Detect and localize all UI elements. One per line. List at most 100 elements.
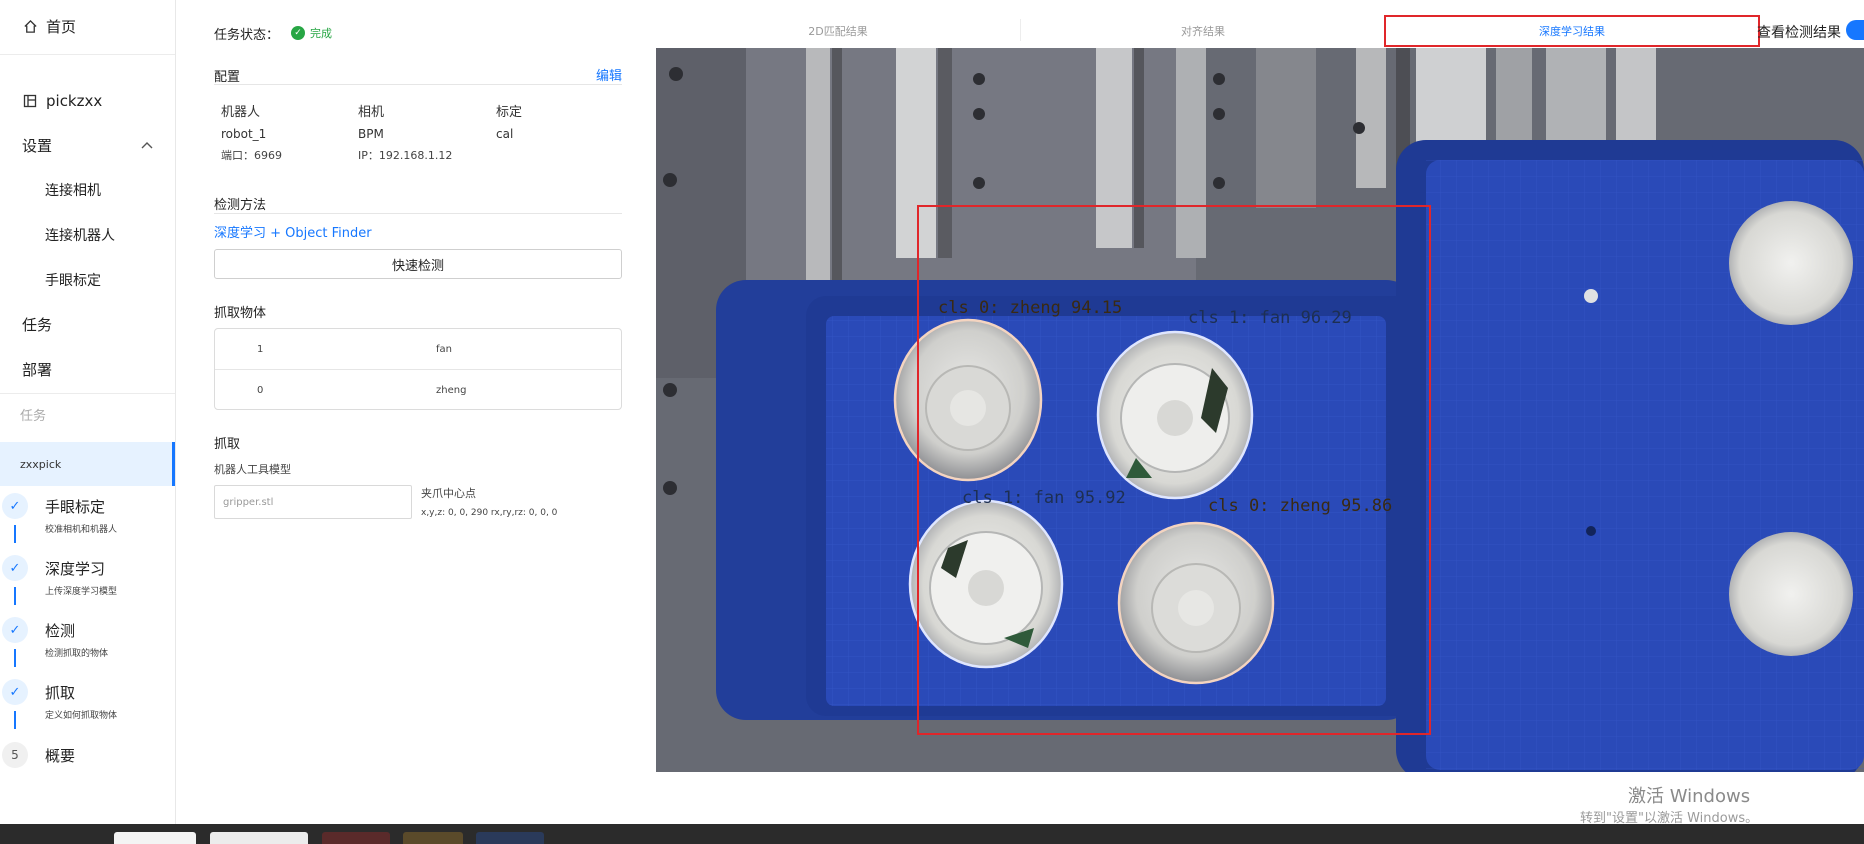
sidebar-item-label: 任务	[22, 315, 53, 334]
taskbar	[0, 824, 1864, 844]
sidebar-item-tasks[interactable]: 任务	[0, 302, 175, 346]
sidebar-item-active-task[interactable]: zxxpick	[0, 442, 175, 486]
sidebar-item-label: 手眼标定	[45, 273, 101, 289]
calib-name: cal	[496, 127, 514, 141]
taskbar-button[interactable]	[114, 832, 196, 844]
result-tabs: 2D匹配结果 对齐结果 深度学习结果	[656, 15, 1760, 47]
step-title: 检测	[45, 622, 76, 640]
task-status-label: 任务状态：	[214, 28, 280, 43]
gripper-center-value: x,y,z: 0, 0, 290 rx,ry,rz: 0, 0, 0	[421, 508, 558, 518]
sidebar-item-settings[interactable]: 设置	[0, 123, 175, 167]
check-icon: ✓	[2, 679, 28, 705]
robot-name: robot_1	[221, 127, 267, 141]
table-row[interactable]: 0 zheng	[215, 370, 621, 410]
step-title: 手眼标定	[45, 498, 106, 516]
edit-link[interactable]: 编辑	[596, 65, 622, 84]
sidebar-item-label: 首页	[46, 17, 77, 36]
camera-name: BPM	[358, 127, 384, 141]
detection-label: cls 0: zheng 94.15	[938, 298, 1122, 318]
robot-port: 端口：6969	[221, 149, 282, 162]
taskbar-button[interactable]	[403, 832, 463, 844]
section-divider	[214, 84, 622, 85]
detection-label: cls 1: fan 96.29	[1188, 308, 1352, 328]
task-section-label: 任务	[20, 409, 47, 424]
detection-label: cls 0: zheng 95.86	[1208, 496, 1392, 516]
step-connector	[14, 525, 16, 543]
object-fan	[1096, 330, 1254, 500]
app-root: 首页 pickzxx 设置 连接相机 连接机器人 手眼标定 任务 部署 任务 z…	[0, 0, 1864, 844]
object-id: 1	[257, 343, 264, 355]
home-icon	[22, 18, 38, 34]
grab-title: 抓取	[214, 437, 241, 452]
status-badge: ✓ 完成	[291, 25, 332, 41]
taskbar-button[interactable]	[210, 832, 308, 844]
section-divider	[214, 213, 622, 214]
object-name: fan	[436, 343, 452, 355]
project-icon	[22, 93, 38, 109]
step-desc: 上传深度学习模型	[45, 587, 118, 597]
config-panel: 任务状态： ✓ 完成 配置 编辑 机器人 相机 标定 robot_1 端口：69…	[214, 0, 622, 560]
sidebar-item-label: 连接机器人	[45, 228, 115, 244]
sidebar-divider	[0, 393, 175, 394]
step-desc: 校准相机和机器人	[45, 525, 118, 535]
step-summary[interactable]: 5 概要	[0, 742, 175, 804]
sidebar-item-hand-eye[interactable]: 手眼标定	[0, 258, 175, 302]
camera-ip: IP：192.168.1.12	[358, 149, 453, 162]
object-name: zheng	[436, 384, 467, 396]
sidebar-item-home[interactable]: 首页	[0, 4, 175, 48]
step-desc: 定义如何抓取物体	[45, 711, 118, 721]
step-title: 概要	[45, 747, 76, 765]
sidebar-divider	[0, 54, 175, 55]
grab-objects-title: 抓取物体	[214, 306, 267, 321]
step-title: 深度学习	[45, 560, 106, 578]
step-connector	[14, 587, 16, 605]
step-deep-learning[interactable]: ✓ 深度学习 上传深度学习模型	[0, 555, 175, 617]
sidebar-item-label: zxxpick	[20, 457, 62, 471]
detection-canvas: cls 0: zheng 94.15 cls 1: fan 96.29 cls …	[656, 48, 1864, 772]
check-circle-icon: ✓	[291, 26, 305, 40]
view-result-label: 查看检测结果	[1757, 25, 1841, 41]
tab-deep-learning[interactable]: 深度学习结果	[1384, 15, 1760, 47]
sidebar: 首页 pickzxx 设置 连接相机 连接机器人 手眼标定 任务 部署 任务 z…	[0, 0, 176, 824]
step-hand-eye[interactable]: ✓ 手眼标定 校准相机和机器人	[0, 493, 175, 555]
table-row[interactable]: 1 fan	[215, 329, 621, 369]
sidebar-item-connect-camera[interactable]: 连接相机	[0, 168, 175, 212]
detection-image[interactable]: cls 0: zheng 94.15 cls 1: fan 96.29 cls …	[656, 48, 1864, 772]
activation-watermark-title: 激活 Windows	[1628, 786, 1751, 807]
step-connector	[14, 711, 16, 729]
object-zheng	[893, 318, 1043, 482]
sidebar-item-connect-robot[interactable]: 连接机器人	[0, 213, 175, 257]
tray-hole	[1584, 289, 1598, 303]
status-text: 完成	[310, 27, 332, 40]
detect-title: 检测方法	[214, 198, 267, 213]
robot-header: 机器人	[221, 105, 261, 120]
gripper-center-label: 夹爪中心点	[421, 487, 476, 500]
check-icon: ✓	[2, 493, 28, 519]
config-title: 配置	[214, 70, 241, 85]
view-result-toggle[interactable]	[1846, 20, 1864, 40]
tab-2d-match[interactable]: 2D匹配结果	[656, 15, 1020, 47]
object-zheng	[1117, 521, 1275, 685]
step-number: 5	[2, 742, 28, 768]
step-desc: 检测抓取的物体	[45, 649, 109, 659]
calib-header: 标定	[496, 105, 523, 120]
tray-hole	[1586, 526, 1596, 536]
sidebar-item-deploy[interactable]: 部署	[0, 347, 175, 391]
taskbar-button[interactable]	[322, 832, 390, 844]
objects-table: 1 fan 0 zheng	[214, 328, 622, 410]
object-fan	[908, 499, 1064, 669]
detect-method-link[interactable]: 深度学习 + Object Finder	[214, 222, 372, 241]
step-detect[interactable]: ✓ 检测 检测抓取的物体	[0, 617, 175, 679]
tool-model-input[interactable]: gripper.stl	[214, 485, 412, 519]
step-grab[interactable]: ✓ 抓取 定义如何抓取物体	[0, 679, 175, 741]
object-id: 0	[257, 384, 264, 396]
quick-detect-button[interactable]: 快速检测	[214, 249, 622, 279]
sidebar-item-project[interactable]: pickzxx	[0, 79, 175, 123]
step-connector	[14, 649, 16, 667]
taskbar-button[interactable]	[476, 832, 544, 844]
cap-partial	[1729, 201, 1853, 325]
chevron-up-icon	[141, 139, 153, 152]
sidebar-item-label: pickzxx	[46, 92, 103, 110]
tab-align[interactable]: 对齐结果	[1021, 15, 1385, 47]
camera-header: 相机	[358, 105, 385, 120]
